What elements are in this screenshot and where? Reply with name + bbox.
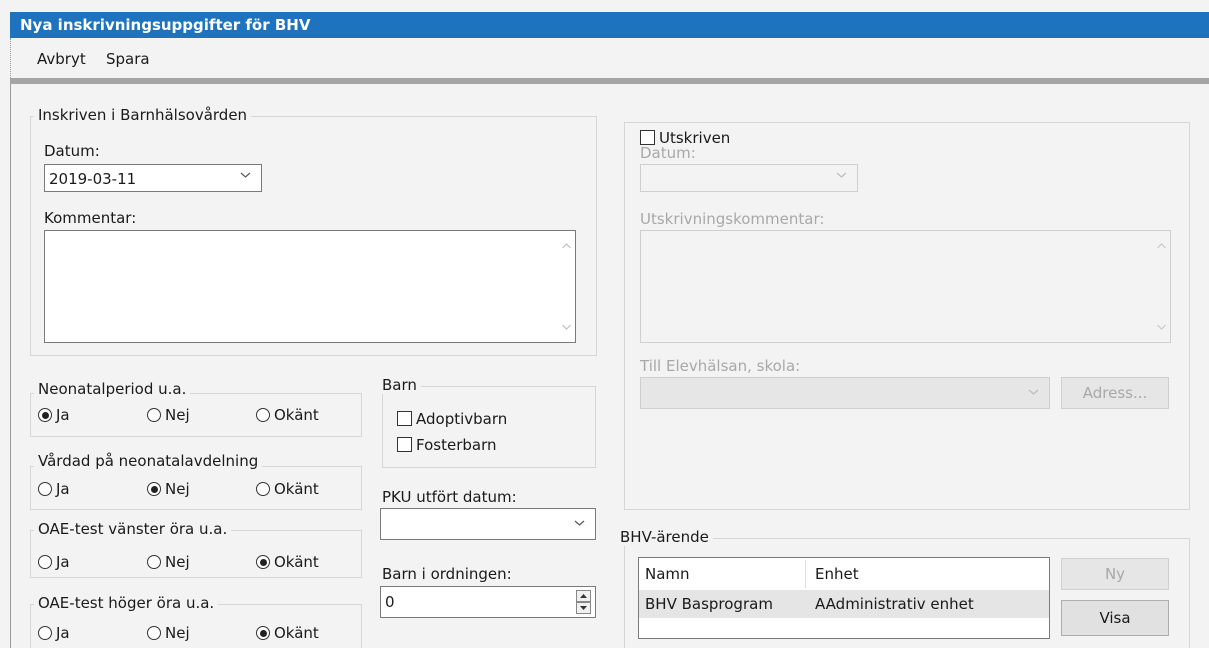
radio-label: Nej bbox=[165, 480, 190, 498]
utskriven-comment-scrollbar bbox=[1153, 231, 1170, 342]
school-combo bbox=[640, 377, 1050, 409]
save-button[interactable]: Spara bbox=[106, 50, 150, 68]
radio-selected-icon[interactable] bbox=[38, 408, 52, 422]
cell-enhet: AAdministrativ enhet bbox=[815, 595, 974, 613]
radio-icon[interactable] bbox=[38, 482, 52, 496]
oae-left-nej-radio[interactable]: Nej bbox=[147, 553, 190, 571]
pku-label: PKU utfört datum: bbox=[382, 488, 517, 506]
neonatal-legend-text: Neonatalperiod u.a. bbox=[38, 380, 187, 398]
utskriven-date-combo bbox=[640, 164, 858, 192]
neonatal-okant-radio[interactable]: Okänt bbox=[256, 406, 319, 424]
radio-label: Okänt bbox=[274, 406, 319, 424]
checkbox-label: Fosterbarn bbox=[416, 436, 497, 454]
inskriven-date-label: Datum: bbox=[44, 142, 100, 160]
radio-icon[interactable] bbox=[256, 482, 270, 496]
vardad-legend: Vårdad på neonatalavdelning bbox=[34, 452, 263, 470]
checkbox-label: Adoptivbarn bbox=[416, 410, 508, 428]
checkbox-icon[interactable] bbox=[397, 411, 412, 426]
radio-label: Ja bbox=[56, 406, 70, 424]
arende-legend: BHV-ärende bbox=[616, 528, 713, 546]
oae-right-nej-radio[interactable]: Nej bbox=[147, 624, 190, 642]
toolbar: Avbryt Spara bbox=[10, 38, 1209, 78]
inskriven-date-value: 2019-03-11 bbox=[49, 170, 137, 188]
neonatal-ja-radio[interactable]: Ja bbox=[38, 406, 70, 424]
cancel-button[interactable]: Avbryt bbox=[37, 50, 86, 68]
neonatal-legend: Neonatalperiod u.a. bbox=[34, 380, 191, 398]
ordning-label: Barn i ordningen: bbox=[382, 565, 512, 583]
column-divider bbox=[805, 560, 806, 588]
column-header-enhet[interactable]: Enhet bbox=[815, 560, 859, 588]
inskriven-comment-textarea[interactable] bbox=[44, 230, 576, 343]
radio-selected-icon[interactable] bbox=[256, 626, 270, 640]
neonatal-nej-radio[interactable]: Nej bbox=[147, 406, 190, 424]
inskriven-comment-label: Kommentar: bbox=[44, 209, 137, 227]
oae-right-legend-text: OAE-test höger öra u.a. bbox=[38, 594, 215, 612]
oae-right-okant-radio[interactable]: Okänt bbox=[256, 624, 319, 642]
radio-label: Ja bbox=[56, 480, 70, 498]
arende-header-row: Namn Enhet bbox=[639, 560, 1049, 588]
utskriven-checkbox-box[interactable] bbox=[640, 130, 655, 145]
inskriven-legend-text: Inskriven i Barnhälsovården bbox=[38, 106, 248, 124]
radio-label: Nej bbox=[165, 553, 190, 571]
radio-label: Ja bbox=[56, 553, 70, 571]
vardad-ja-radio[interactable]: Ja bbox=[38, 480, 70, 498]
utskriven-comment-label: Utskrivningskommentar: bbox=[640, 210, 825, 228]
utskriven-comment-textarea bbox=[640, 230, 1171, 343]
radio-label: Okänt bbox=[274, 480, 319, 498]
ordning-spinner[interactable]: 0 bbox=[380, 586, 596, 618]
radio-selected-icon[interactable] bbox=[147, 482, 161, 496]
show-arende-button[interactable]: Visa bbox=[1061, 600, 1169, 636]
radio-icon[interactable] bbox=[147, 555, 161, 569]
cell-namn: BHV Basprogram bbox=[645, 595, 773, 613]
arende-legend-text: BHV-ärende bbox=[620, 528, 709, 546]
foster-checkbox[interactable]: Fosterbarn bbox=[397, 436, 497, 454]
vardad-legend-text: Vårdad på neonatalavdelning bbox=[38, 452, 259, 470]
address-button: Adress... bbox=[1061, 377, 1169, 409]
chevron-down-icon[interactable] bbox=[240, 171, 251, 179]
column-header-namn[interactable]: Namn bbox=[645, 560, 690, 588]
oae-left-legend-text: OAE-test vänster öra u.a. bbox=[38, 520, 228, 538]
vardad-okant-radio[interactable]: Okänt bbox=[256, 480, 319, 498]
utskriven-date-label: Datum: bbox=[640, 144, 696, 162]
chevron-down-icon[interactable] bbox=[574, 519, 585, 527]
barn-legend: Barn bbox=[378, 376, 421, 394]
oae-right-legend: OAE-test höger öra u.a. bbox=[34, 594, 219, 612]
new-arende-button: Ny bbox=[1061, 558, 1169, 590]
checkbox-icon[interactable] bbox=[397, 437, 412, 452]
left-border bbox=[10, 84, 11, 648]
radio-label: Ja bbox=[56, 624, 70, 642]
oae-left-okant-radio[interactable]: Okänt bbox=[256, 553, 319, 571]
barn-legend-text: Barn bbox=[382, 376, 417, 394]
inskriven-date-combo[interactable]: 2019-03-11 bbox=[44, 164, 262, 192]
comment-scrollbar[interactable] bbox=[558, 231, 575, 342]
radio-label: Okänt bbox=[274, 624, 319, 642]
radio-icon[interactable] bbox=[147, 408, 161, 422]
spinner-buttons[interactable] bbox=[576, 590, 591, 614]
radio-icon[interactable] bbox=[38, 626, 52, 640]
window-title: Nya inskrivningsuppgifter för BHV bbox=[10, 12, 1209, 38]
chevron-down-icon bbox=[1028, 388, 1039, 396]
pku-date-combo[interactable] bbox=[380, 508, 596, 540]
arende-list[interactable]: Namn Enhet BHV Basprogram AAdministrativ… bbox=[638, 557, 1050, 639]
vardad-nej-radio[interactable]: Nej bbox=[147, 480, 190, 498]
table-row[interactable]: BHV Basprogram AAdministrativ enhet bbox=[639, 590, 1049, 618]
radio-icon[interactable] bbox=[256, 408, 270, 422]
radio-label: Okänt bbox=[274, 553, 319, 571]
radio-selected-icon[interactable] bbox=[256, 555, 270, 569]
radio-icon[interactable] bbox=[38, 555, 52, 569]
ordning-value: 0 bbox=[385, 593, 395, 611]
oae-left-legend: OAE-test vänster öra u.a. bbox=[34, 520, 232, 538]
oae-right-ja-radio[interactable]: Ja bbox=[38, 624, 70, 642]
inskriven-legend: Inskriven i Barnhälsovården bbox=[34, 106, 252, 124]
chevron-down-icon bbox=[836, 171, 847, 179]
toolbar-separator bbox=[10, 78, 1209, 84]
adoptiv-checkbox[interactable]: Adoptivbarn bbox=[397, 410, 507, 428]
radio-icon[interactable] bbox=[147, 626, 161, 640]
oae-left-ja-radio[interactable]: Ja bbox=[38, 553, 70, 571]
radio-label: Nej bbox=[165, 624, 190, 642]
school-label: Till Elevhälsan, skola: bbox=[640, 357, 801, 375]
radio-label: Nej bbox=[165, 406, 190, 424]
